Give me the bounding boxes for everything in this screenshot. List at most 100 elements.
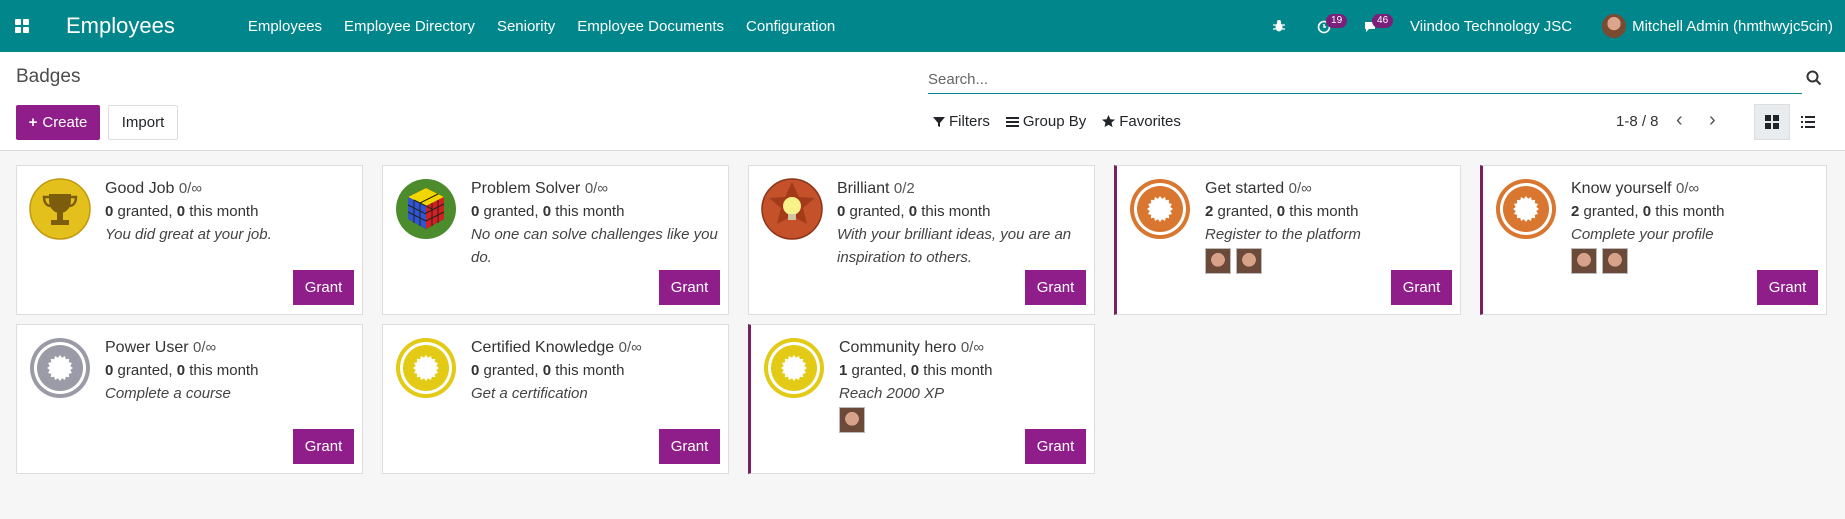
- badge-card[interactable]: Good Job 0/∞ 0 granted, 0 this month You d…: [16, 165, 363, 315]
- badge-card-body: Good Job 0/∞ 0 granted, 0 this month You d…: [105, 178, 352, 246]
- month-count: 0: [1276, 203, 1286, 220]
- grant-button[interactable]: Grant: [293, 270, 354, 305]
- gold-medal-icon: [763, 337, 825, 399]
- month-label: this month: [551, 203, 625, 220]
- menu-item-employee-directory[interactable]: Employee Directory: [333, 18, 486, 35]
- badge-card-body: Power User 0/∞ 0 granted, 0 this month Com…: [105, 337, 352, 405]
- filters-dropdown[interactable]: Filters: [933, 113, 990, 130]
- owner-avatar[interactable]: [1571, 248, 1597, 274]
- breadcrumb: Badges: [16, 66, 81, 87]
- badge-name: Certified Knowledge: [471, 339, 615, 356]
- badge-description: No one can solve challenges like you do.: [471, 226, 718, 266]
- badge-description: Complete your profile: [1571, 226, 1714, 243]
- badge-card-body: Community hero 0/∞ 1 granted, 0 this mont…: [839, 337, 1084, 433]
- month-label: this month: [185, 362, 259, 379]
- grant-button[interactable]: Grant: [1025, 429, 1086, 464]
- menu-item-employee-documents[interactable]: Employee Documents: [566, 18, 735, 35]
- search-input[interactable]: [928, 68, 1788, 90]
- badge-title: Problem Solver 0/∞: [471, 178, 718, 200]
- user-name: Mitchell Admin (hmthwyjc5cin): [1632, 17, 1833, 35]
- badge-name: Good Job: [105, 180, 175, 197]
- badge-card[interactable]: Certified Knowledge 0/∞ 0 granted, 0 this…: [382, 324, 729, 474]
- groupby-bars-icon: [1005, 116, 1019, 127]
- app-title[interactable]: Employees: [66, 13, 175, 39]
- badge-card[interactable]: Know yourself 0/∞ 2 granted, 0 this month…: [1480, 165, 1827, 315]
- grant-button[interactable]: Grant: [293, 429, 354, 464]
- month-label: this month: [185, 203, 259, 220]
- badge-card-body: Brilliant 0/2 0 granted, 0 this month With…: [837, 178, 1084, 269]
- month-label: this month: [1651, 203, 1725, 220]
- month-count: 0: [910, 362, 920, 379]
- badge-name: Get started: [1205, 180, 1285, 197]
- grant-button[interactable]: Grant: [659, 270, 720, 305]
- grant-button[interactable]: Grant: [659, 429, 720, 464]
- badge-card[interactable]: Brilliant 0/2 0 granted, 0 this month With…: [748, 165, 1095, 315]
- badge-grant-stats: 0 granted, 0 this month: [837, 200, 1084, 223]
- month-count: 0: [176, 362, 186, 379]
- star-icon: [1102, 115, 1116, 128]
- top-navbar: Employees Employees Employee Directory S…: [0, 0, 1845, 52]
- pager-prev-chevron-icon[interactable]: ‹: [1676, 110, 1692, 130]
- granted-label: granted,: [479, 362, 543, 379]
- company-switcher[interactable]: Viindoo Technology JSC: [1410, 18, 1572, 35]
- trophy-icon: [29, 178, 91, 240]
- badge-description: You did great at your job.: [105, 226, 272, 243]
- create-button-label: Create: [42, 114, 88, 131]
- granted-label: granted,: [113, 362, 177, 379]
- granted-label: granted,: [113, 203, 177, 220]
- badge-card[interactable]: Community hero 0/∞ 1 granted, 0 this mont…: [748, 324, 1095, 474]
- owner-avatar[interactable]: [1205, 248, 1231, 274]
- message-count-badge: 46: [1372, 14, 1394, 28]
- menu-item-employees[interactable]: Employees: [237, 18, 333, 35]
- user-menu[interactable]: Mitchell Admin (hmthwyjc5cin): [1602, 14, 1833, 38]
- owner-avatar[interactable]: [1602, 248, 1628, 274]
- badge-grant-stats: 0 granted, 0 this month: [105, 200, 352, 223]
- menu-item-configuration[interactable]: Configuration: [735, 18, 846, 35]
- badge-description: Get a certification: [471, 385, 588, 402]
- badge-stock-stat: 0/∞: [193, 339, 217, 356]
- debug-bug-icon[interactable]: [1264, 0, 1294, 52]
- create-button[interactable]: + Create: [16, 105, 100, 140]
- grant-button[interactable]: Grant: [1025, 270, 1086, 305]
- kanban-view-icon[interactable]: [1754, 104, 1790, 140]
- user-avatar: [1602, 14, 1627, 38]
- badge-description: With your brilliant ideas, you are an in…: [837, 226, 1072, 266]
- badge-description: Reach 2000 XP: [839, 385, 945, 402]
- groupby-dropdown[interactable]: Group By: [1005, 113, 1086, 130]
- main-menu: Employees Employee Directory Seniority E…: [237, 18, 846, 35]
- grant-button[interactable]: Grant: [1391, 270, 1452, 305]
- apps-menu-icon[interactable]: [0, 0, 44, 52]
- owner-avatar[interactable]: [1236, 248, 1262, 274]
- badge-card[interactable]: Power User 0/∞ 0 granted, 0 this month Com…: [16, 324, 363, 474]
- badge-stock-stat: 0/∞: [618, 339, 642, 356]
- badge-name: Problem Solver: [471, 180, 581, 197]
- month-count: 0: [908, 203, 918, 220]
- menu-item-seniority[interactable]: Seniority: [486, 18, 566, 35]
- badge-card-body: Know yourself 0/∞ 2 granted, 0 this month…: [1571, 178, 1816, 274]
- search-icon[interactable]: [1806, 70, 1822, 86]
- granted-label: granted,: [1213, 203, 1277, 220]
- messages-chat-icon[interactable]: 46: [1356, 0, 1394, 52]
- badge-name: Brilliant: [837, 180, 890, 197]
- badge-title: Good Job 0/∞: [105, 178, 352, 200]
- silver-medal-icon: [29, 337, 91, 399]
- badge-card-body: Get started 0/∞ 2 granted, 0 this month Re…: [1205, 178, 1450, 274]
- month-label: this month: [551, 362, 625, 379]
- badge-name: Power User: [105, 339, 189, 356]
- import-button[interactable]: Import: [108, 105, 178, 140]
- badge-title: Brilliant 0/2: [837, 178, 1084, 200]
- pager-value[interactable]: 1-8 / 8: [1616, 113, 1659, 130]
- owner-avatar[interactable]: [839, 407, 865, 433]
- badge-grant-stats: 2 granted, 0 this month: [1205, 200, 1450, 223]
- favorites-dropdown[interactable]: Favorites: [1102, 113, 1181, 130]
- grant-button[interactable]: Grant: [1757, 270, 1818, 305]
- control-panel: Badges + Create Import Filters Group By …: [0, 52, 1845, 151]
- badge-card[interactable]: Get started 0/∞ 2 granted, 0 this month Re…: [1114, 165, 1461, 315]
- activity-clock-icon[interactable]: 19: [1310, 0, 1348, 52]
- badge-title: Know yourself 0/∞: [1571, 178, 1816, 200]
- list-view-icon[interactable]: [1790, 104, 1826, 140]
- favorites-label: Favorites: [1119, 113, 1181, 130]
- month-count: 0: [1642, 203, 1652, 220]
- badge-card[interactable]: Problem Solver 0/∞ 0 granted, 0 this mont…: [382, 165, 729, 315]
- pager-next-chevron-icon[interactable]: ›: [1709, 110, 1725, 130]
